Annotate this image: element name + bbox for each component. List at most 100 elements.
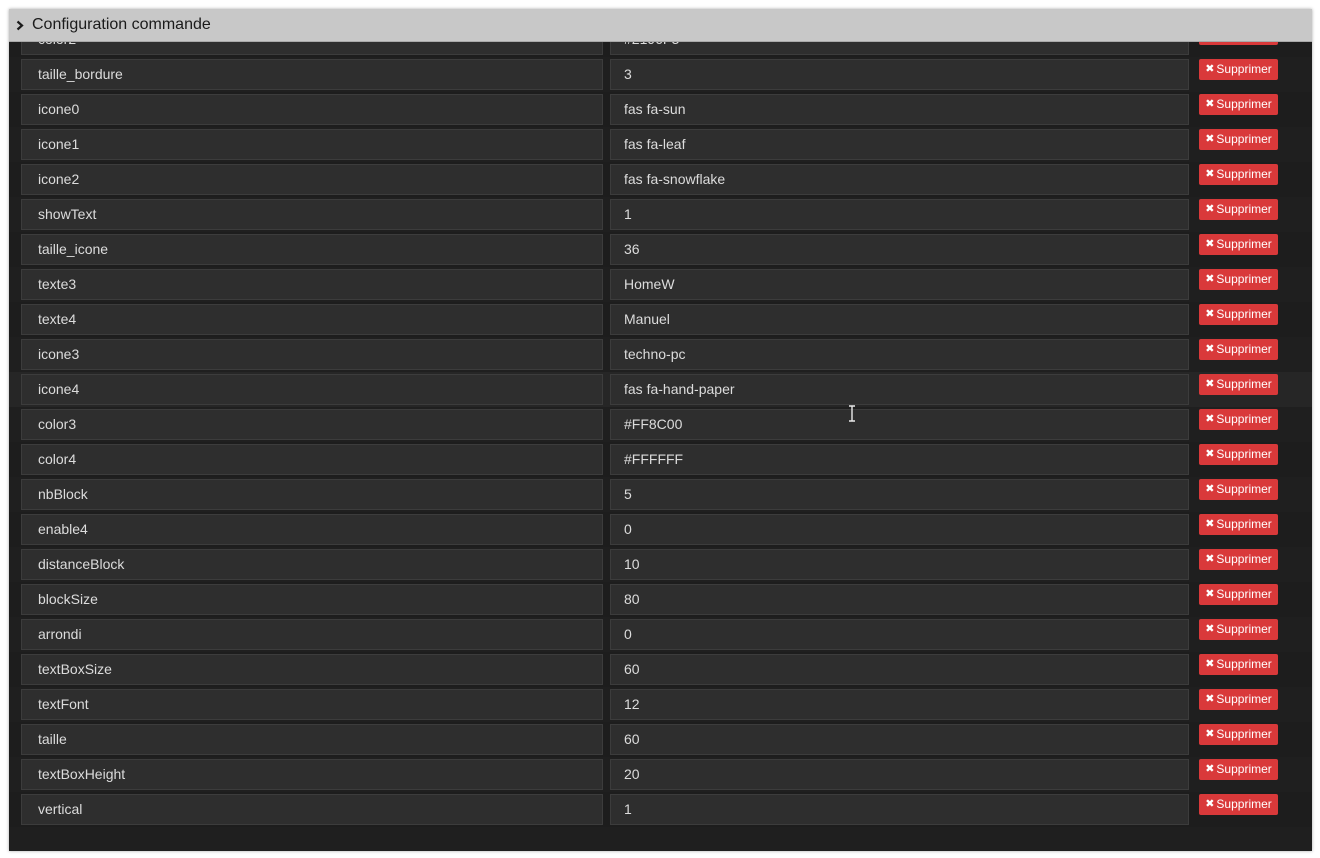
close-icon: ✖ — [1205, 518, 1215, 530]
param-name-field[interactable]: enable4 — [21, 514, 603, 545]
delete-button-label: Supprimer — [1216, 517, 1272, 531]
delete-button-label: Supprimer — [1216, 657, 1272, 671]
param-value-field[interactable]: 20 — [610, 759, 1189, 790]
param-value-field[interactable]: fas fa-snowflake — [610, 164, 1189, 195]
delete-button[interactable]: ✖Supprimer — [1199, 654, 1278, 675]
close-icon: ✖ — [1205, 658, 1215, 670]
delete-button-label: Supprimer — [1216, 552, 1272, 566]
delete-button-label: Supprimer — [1216, 97, 1272, 111]
param-name-field[interactable]: color3 — [21, 409, 603, 440]
param-value-field[interactable]: 1 — [610, 199, 1189, 230]
param-name-field[interactable]: taille_icone — [21, 234, 603, 265]
delete-button-label: Supprimer — [1216, 167, 1272, 181]
delete-button[interactable]: ✖Supprimer — [1199, 549, 1278, 570]
param-name-field[interactable]: icone0 — [21, 94, 603, 125]
param-name-field[interactable]: icone3 — [21, 339, 603, 370]
delete-button[interactable]: ✖Supprimer — [1199, 479, 1278, 500]
config-panel: Configuration commande color2#2196F3✖Sup… — [9, 9, 1312, 851]
close-icon: ✖ — [1205, 168, 1215, 180]
param-value-field[interactable]: 12 — [610, 689, 1189, 720]
param-name-field[interactable]: icone2 — [21, 164, 603, 195]
delete-button-label: Supprimer — [1216, 727, 1272, 741]
param-name-field[interactable]: nbBlock — [21, 479, 603, 510]
config-row: textFont 12 ✖ Supprimer — [9, 687, 1312, 722]
close-icon: ✖ — [1205, 308, 1215, 320]
close-icon: ✖ — [1205, 798, 1215, 810]
config-row: color4 #FFFFFF ✖ Supprimer — [9, 442, 1312, 477]
delete-button-label: Supprimer — [1216, 307, 1272, 321]
delete-button-label: Supprimer — [1216, 447, 1272, 461]
param-name-field[interactable]: vertical — [21, 794, 603, 825]
config-row: icone2 fas fa-snowflake ✖ Supprimer — [9, 162, 1312, 197]
param-name-field[interactable]: showText — [21, 199, 603, 230]
close-icon: ✖ — [1205, 483, 1215, 495]
param-name-field[interactable]: arrondi — [21, 619, 603, 650]
param-value-field[interactable]: 5 — [610, 479, 1189, 510]
param-value-field[interactable]: 3 — [610, 59, 1189, 90]
config-row: taille_bordure 3 ✖ Supprimer — [9, 57, 1312, 92]
param-value-field[interactable]: fas fa-sun — [610, 94, 1189, 125]
delete-button[interactable]: ✖Supprimer — [1199, 129, 1278, 150]
param-name-field[interactable]: blockSize — [21, 584, 603, 615]
param-name-field[interactable]: texte3 — [21, 269, 603, 300]
delete-button[interactable]: ✖Supprimer — [1199, 374, 1278, 395]
delete-button[interactable]: ✖Supprimer — [1199, 514, 1278, 535]
delete-button[interactable]: ✖Supprimer — [1199, 409, 1278, 430]
delete-button[interactable]: ✖Supprimer — [1199, 689, 1278, 710]
delete-button-label: Supprimer — [1216, 587, 1272, 601]
param-value-field[interactable]: 10 — [610, 549, 1189, 580]
param-value-field[interactable]: Manuel — [610, 304, 1189, 335]
param-value-field[interactable]: 80 — [610, 584, 1189, 615]
close-icon: ✖ — [1205, 448, 1215, 460]
param-value-field[interactable]: techno-pc — [610, 339, 1189, 370]
delete-button[interactable]: ✖Supprimer — [1199, 759, 1278, 780]
config-row: color3 #FF8C00 ✖ Supprimer — [9, 407, 1312, 442]
param-value-field[interactable]: HomeW — [610, 269, 1189, 300]
delete-button[interactable]: ✖Supprimer — [1199, 94, 1278, 115]
param-name-field[interactable]: textFont — [21, 689, 603, 720]
param-value-field[interactable]: #FF8C00 — [610, 409, 1189, 440]
delete-button-label: Supprimer — [1216, 132, 1272, 146]
param-value-field[interactable]: 0 — [610, 619, 1189, 650]
config-row: icone3 techno-pc ✖ Supprimer — [9, 337, 1312, 372]
param-value-field[interactable]: 0 — [610, 514, 1189, 545]
param-value-field[interactable]: fas fa-hand-paper — [610, 374, 1189, 405]
delete-button-label: Supprimer — [1216, 622, 1272, 636]
delete-button[interactable]: ✖Supprimer — [1199, 304, 1278, 325]
delete-button[interactable]: ✖Supprimer — [1199, 269, 1278, 290]
param-name-field[interactable]: distanceBlock — [21, 549, 603, 580]
param-name-field[interactable]: taille — [21, 724, 603, 755]
delete-button-label: Supprimer — [1216, 202, 1272, 216]
panel-header[interactable]: Configuration commande — [9, 9, 1312, 42]
param-value-field[interactable]: 1 — [610, 794, 1189, 825]
param-name-field[interactable]: icone1 — [21, 129, 603, 160]
delete-button[interactable]: ✖Supprimer — [1199, 199, 1278, 220]
param-name-field[interactable]: texte4 — [21, 304, 603, 335]
close-icon: ✖ — [1205, 588, 1215, 600]
param-name-field[interactable]: textBoxHeight — [21, 759, 603, 790]
param-name-field[interactable]: color4 — [21, 444, 603, 475]
param-value-field[interactable]: 60 — [610, 654, 1189, 685]
delete-button[interactable]: ✖Supprimer — [1199, 234, 1278, 255]
param-name-field[interactable]: taille_bordure — [21, 59, 603, 90]
delete-button[interactable]: ✖Supprimer — [1199, 584, 1278, 605]
delete-button-label: Supprimer — [1216, 692, 1272, 706]
param-value-field[interactable]: 36 — [610, 234, 1189, 265]
delete-button[interactable]: ✖Supprimer — [1199, 794, 1278, 815]
delete-button[interactable]: ✖Supprimer — [1199, 59, 1278, 80]
param-value-field[interactable]: #FFFFFF — [610, 444, 1189, 475]
param-name-field[interactable]: icone4 — [21, 374, 603, 405]
delete-button[interactable]: ✖Supprimer — [1199, 619, 1278, 640]
delete-button[interactable]: ✖Supprimer — [1199, 339, 1278, 360]
delete-button[interactable]: ✖Supprimer — [1199, 444, 1278, 465]
param-value-field[interactable]: fas fa-leaf — [610, 129, 1189, 160]
delete-button[interactable]: ✖Supprimer — [1199, 724, 1278, 745]
param-value-field[interactable]: 60 — [610, 724, 1189, 755]
config-row: taille 60 ✖ Supprimer — [9, 722, 1312, 757]
config-row: icone1 fas fa-leaf ✖ Supprimer — [9, 127, 1312, 162]
config-row: arrondi 0 ✖ Supprimer — [9, 617, 1312, 652]
param-name-field[interactable]: textBoxSize — [21, 654, 603, 685]
close-icon: ✖ — [1205, 728, 1215, 740]
config-rows: color2#2196F3✖Supprimertaille_bordure3✖S… — [9, 22, 1312, 827]
delete-button[interactable]: ✖Supprimer — [1199, 164, 1278, 185]
